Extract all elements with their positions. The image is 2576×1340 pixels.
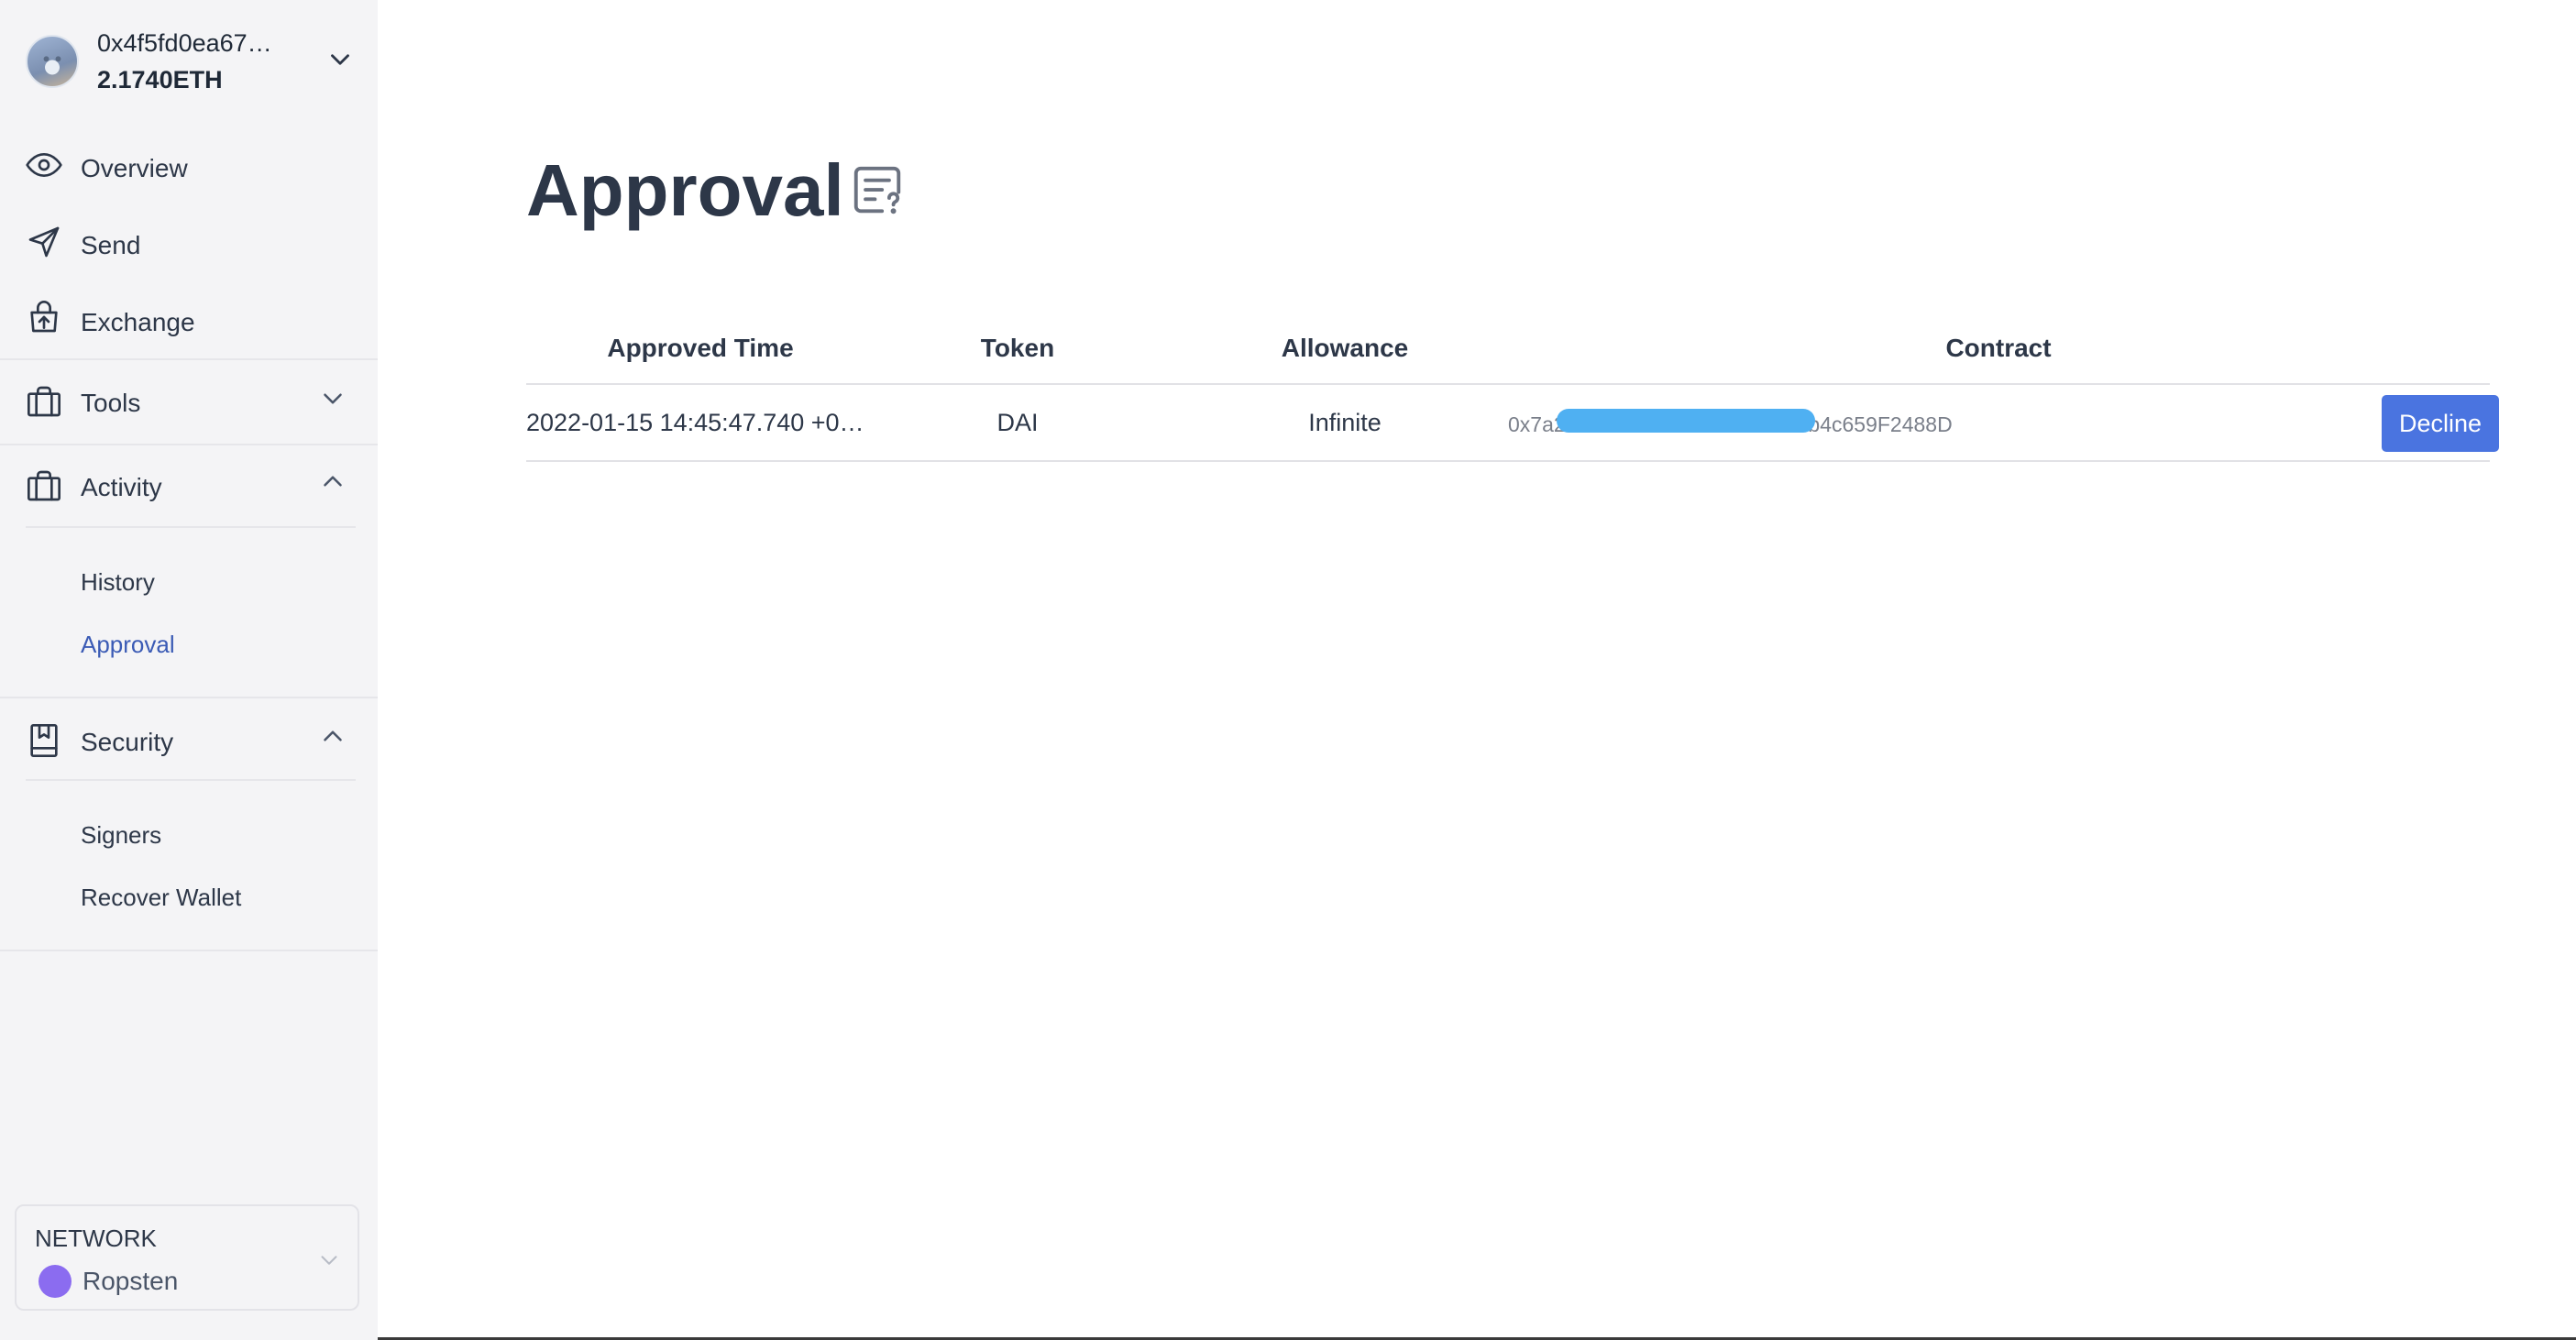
column-header-contract: Contract — [1945, 334, 2052, 362]
divider — [0, 358, 378, 360]
sidebar-item-exchange[interactable]: Exchange — [0, 286, 378, 359]
redaction-mark — [1557, 409, 1815, 433]
sidebar-item-label: Exchange — [81, 308, 195, 336]
sidebar-item-label: Overview — [81, 154, 188, 182]
page-title: Approval — [526, 149, 844, 231]
sidebar-subitem-recover-wallet[interactable]: Recover Wallet — [81, 884, 241, 912]
column-header-approved-time: Approved Time — [607, 334, 794, 362]
cell-token: DAI — [996, 409, 1039, 436]
chevron-up-icon[interactable] — [317, 466, 348, 497]
network-selector[interactable]: NETWORK Ropsten — [15, 1204, 359, 1311]
send-icon — [28, 226, 60, 258]
decline-button[interactable]: Decline — [2382, 395, 2499, 452]
sidebar-subitem-approval[interactable]: Approval — [81, 631, 175, 659]
chevron-down-icon[interactable] — [315, 1247, 343, 1274]
activity-icon — [28, 470, 61, 501]
row-divider — [526, 460, 2490, 462]
account-balance: 2.1740ETH — [97, 66, 223, 93]
sidebar-item-overview[interactable]: Overview — [0, 132, 378, 205]
document-question-icon[interactable] — [849, 161, 906, 218]
network-status-dot — [39, 1265, 72, 1298]
cell-approved-time: 2022-01-15 14:45:47.740 +0… — [526, 409, 864, 436]
account-switcher[interactable]: 0x4f5fd0ea67… 2.1740ETH — [26, 27, 356, 110]
sidebar-subitem-history[interactable]: History — [81, 568, 155, 597]
divider — [26, 526, 356, 528]
sidebar-item-label: Activity — [81, 473, 162, 501]
eye-icon — [26, 153, 62, 177]
exchange-icon — [30, 301, 58, 333]
sidebar-item-label: Security — [81, 728, 174, 756]
sidebar-subitem-signers[interactable]: Signers — [81, 821, 161, 850]
sidebar-item-tools[interactable]: Tools — [0, 365, 378, 438]
network-caption: NETWORK — [35, 1225, 157, 1252]
divider — [0, 444, 378, 445]
cell-allowance: Infinite — [1308, 409, 1382, 436]
network-name: Ropsten — [83, 1267, 179, 1295]
divider — [26, 779, 356, 781]
column-header-token: Token — [980, 334, 1055, 362]
chevron-up-icon[interactable] — [317, 720, 348, 752]
sidebar-item-label: Send — [81, 231, 141, 259]
divider — [0, 950, 378, 951]
sidebar-item-activity[interactable]: Activity — [0, 449, 378, 522]
divider — [0, 697, 378, 698]
header-divider — [526, 383, 2490, 385]
column-header-allowance: Allowance — [1281, 334, 1409, 362]
tools-icon — [28, 386, 61, 417]
main-content: Approval Approved Time Token Allowance C… — [378, 0, 2576, 1340]
sidebar-item-send[interactable]: Send — [0, 209, 378, 282]
avatar — [26, 35, 79, 88]
security-icon — [30, 724, 58, 757]
chevron-down-icon[interactable] — [317, 383, 348, 414]
sidebar-item-label: Tools — [81, 389, 141, 417]
sidebar-item-security[interactable]: Security — [0, 702, 378, 775]
account-address: 0x4f5fd0ea67… — [97, 29, 272, 57]
app-window: 0x4f5fd0ea67… 2.1740ETH Overview Send Ex… — [0, 0, 2576, 1340]
sidebar: 0x4f5fd0ea67… 2.1740ETH Overview Send Ex… — [0, 0, 378, 1340]
chevron-down-icon[interactable] — [325, 44, 356, 75]
